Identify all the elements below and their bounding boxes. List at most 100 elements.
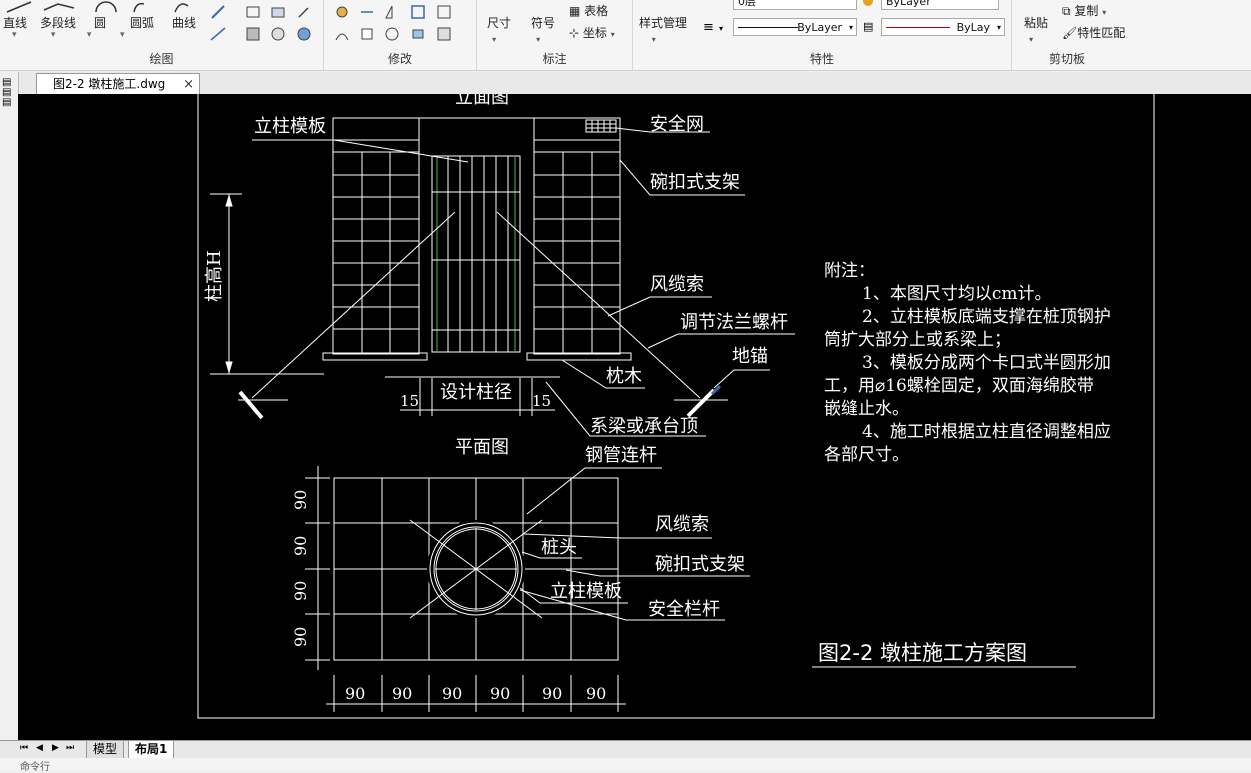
note-line: 3、模板分成两个卡口式半圆形加	[862, 353, 1111, 373]
draw-panel: 直线 多段线 圆 圆弧 曲线 ▾ ▾ ▾ ▾ 绘图	[0, 0, 324, 70]
note-line: 工，用⌀16螺栓固定，双面海绵胶带	[824, 376, 1094, 396]
drawing-canvas[interactable]: 立面图 立柱模板 安全网 碗扣式支架 柱高H 风缆索 调节法兰螺杆 地锚 枕木 …	[18, 94, 1251, 740]
ribbon: 直线 多段线 圆 圆弧 曲线 ▾ ▾ ▾ ▾ 绘图 修改 尺寸 ▾ 符号 ▾ ▦…	[0, 0, 1251, 71]
drawing-svg: 立面图 立柱模板 安全网 碗扣式支架 柱高H 风缆索 调节法兰螺杆 地锚 枕木 …	[197, 94, 1155, 719]
annotate-panel: 尺寸 ▾ 符号 ▾ ▦ 表格 ⊹ 坐标 ▾ 标注	[477, 0, 633, 70]
label-safety-net: 安全网	[650, 114, 704, 135]
region-icon[interactable]	[296, 26, 312, 42]
label-column-height: 柱高H	[204, 250, 225, 302]
document-tab[interactable]: 图2-2 墩柱施工.dwg ×	[36, 73, 200, 94]
stretch-icon[interactable]	[410, 26, 426, 42]
symbol-button[interactable]: 符号 ▾	[531, 14, 555, 45]
plan-dim-h-3: 90	[442, 684, 462, 703]
plan-dim-h-5: 90	[542, 684, 562, 703]
command-line[interactable]: 命令行	[0, 758, 1251, 773]
construction-line-icon[interactable]	[210, 26, 226, 42]
gradient-icon[interactable]	[270, 26, 286, 42]
label-flange-bolt: 调节法兰螺杆	[680, 312, 788, 333]
curve-button[interactable]: 曲线	[172, 0, 196, 31]
document-tab-bar: 图2-2 墩柱施工.dwg ×	[0, 72, 1251, 95]
scale-icon[interactable]	[410, 4, 426, 20]
modify-panel-title: 修改	[387, 52, 412, 66]
lineweight-select[interactable]: ByLay ▾	[881, 18, 1005, 36]
note-line: 2、立柱模板底端支撑在桩顶钢护	[862, 307, 1111, 327]
annotate-panel-title: 标注	[542, 52, 567, 66]
coordinate-icon: ⊹	[569, 26, 580, 40]
label-bowl-scaffold: 碗扣式支架	[650, 172, 740, 193]
nav-next-icon[interactable]: ▶	[52, 743, 59, 753]
pencil-icon[interactable]	[210, 4, 226, 20]
notes-heading: 附注：	[824, 261, 875, 281]
rotate-icon[interactable]	[384, 26, 400, 42]
list-icon[interactable]: ≡	[703, 20, 714, 35]
match-properties-button[interactable]: 🖌特性匹配	[1062, 24, 1125, 41]
chevron-down-icon: ▾	[487, 35, 497, 44]
note-line: 各部尺寸。	[824, 445, 909, 465]
line-button[interactable]: 直线	[3, 0, 35, 31]
note-line: 筒扩大部分上或系梁上；	[824, 330, 1011, 350]
label-plan-column-formwork: 立柱模板	[550, 581, 622, 602]
left-guy-rope	[251, 211, 456, 399]
draw-panel-title: 绘图	[149, 52, 174, 66]
shape-icon[interactable]	[245, 4, 261, 20]
copy-button[interactable]: ⧉ 复制 ▾	[1062, 2, 1106, 19]
nav-first-icon[interactable]: ⏮	[20, 743, 28, 753]
plan-dim-h-4: 90	[490, 684, 510, 703]
label-steel-pipe: 钢管连杆	[585, 445, 657, 466]
plan-dim-v-4: 90	[291, 627, 310, 647]
clipboard-panel: 粘贴 ▾ ⧉ 复制 ▾ 🖌特性匹配 剪切板	[1012, 0, 1125, 70]
polyline-button[interactable]: 多段线	[40, 0, 80, 31]
circle-icon	[95, 1, 117, 13]
figure-title: 图2-2 墩柱施工方案图	[818, 641, 1027, 665]
plan-title: 平面图	[455, 437, 509, 458]
layer-select[interactable]: 0层	[733, 0, 857, 10]
properties-panel: 样式管理 ▾ 0层 ByLayer ≡ ▾ ByLayer ▾ ▤ ByLay …	[633, 0, 1012, 70]
chevron-down-icon: ▾	[639, 35, 656, 44]
label-pile-head: 桩头	[541, 537, 577, 558]
dimension-button[interactable]: 尺寸 ▾	[487, 14, 511, 45]
explode-icon[interactable]	[436, 26, 452, 42]
dim-right: 15	[532, 392, 551, 410]
color-select[interactable]: ByLayer	[881, 0, 999, 10]
brush-icon: 🖌	[1062, 26, 1078, 40]
point-icon[interactable]	[296, 4, 312, 20]
right-scaffold	[533, 117, 621, 355]
clipboard-panel-title: 剪切板	[1048, 52, 1085, 66]
label-plan-guy-rope: 风缆索	[655, 514, 709, 535]
color-dot-icon	[863, 0, 873, 6]
nav-last-icon[interactable]: ⏭	[66, 743, 74, 753]
palette-icon[interactable]: ▤ ▤ ▤	[2, 78, 11, 108]
right-guy-rope	[496, 211, 701, 399]
mirror-icon[interactable]	[384, 4, 400, 20]
plan-dim-v-2: 90	[291, 536, 310, 556]
linetype-select[interactable]: ByLayer ▾	[733, 18, 857, 36]
dim-left: 15	[400, 392, 419, 410]
chevron-down-icon: ▾	[531, 35, 541, 44]
arc-button[interactable]: 圆弧	[130, 0, 154, 31]
trim-icon[interactable]	[359, 4, 375, 20]
offset-icon[interactable]	[334, 26, 350, 42]
tab-layout1[interactable]: 布局1	[128, 741, 175, 759]
table-button[interactable]: ▦ 表格	[569, 2, 608, 19]
layout-tab-bar: ⏮ ◀ ▶ ⏭ 模型 布局1	[0, 740, 1251, 759]
move-icon[interactable]	[334, 4, 350, 20]
note-line: 4、施工时根据立柱直径调整相应	[862, 422, 1111, 442]
copy-modify-icon[interactable]	[359, 26, 375, 42]
block-icon[interactable]	[270, 4, 286, 20]
nav-prev-icon[interactable]: ◀	[36, 743, 43, 753]
circle-button[interactable]: 圆	[94, 0, 118, 31]
style-manager-button[interactable]: 样式管理 ▾	[639, 14, 687, 45]
tab-model[interactable]: 模型	[86, 741, 125, 759]
copy-icon: ⧉	[1062, 4, 1071, 18]
array-icon[interactable]	[436, 4, 452, 20]
left-scaffold	[332, 117, 420, 355]
table-icon: ▦	[569, 4, 581, 18]
plan-dim-v-1: 90	[291, 490, 310, 510]
chevron-down-icon: ▾	[1024, 35, 1034, 44]
close-icon[interactable]: ×	[183, 74, 194, 95]
column-formwork	[431, 155, 521, 353]
hatch-icon[interactable]	[245, 26, 261, 42]
note-line: 1、本图尺寸均以cm计。	[862, 284, 1051, 304]
coordinate-button[interactable]: ⊹ 坐标 ▾	[569, 24, 615, 41]
paste-button[interactable]: 粘贴 ▾	[1024, 14, 1048, 45]
